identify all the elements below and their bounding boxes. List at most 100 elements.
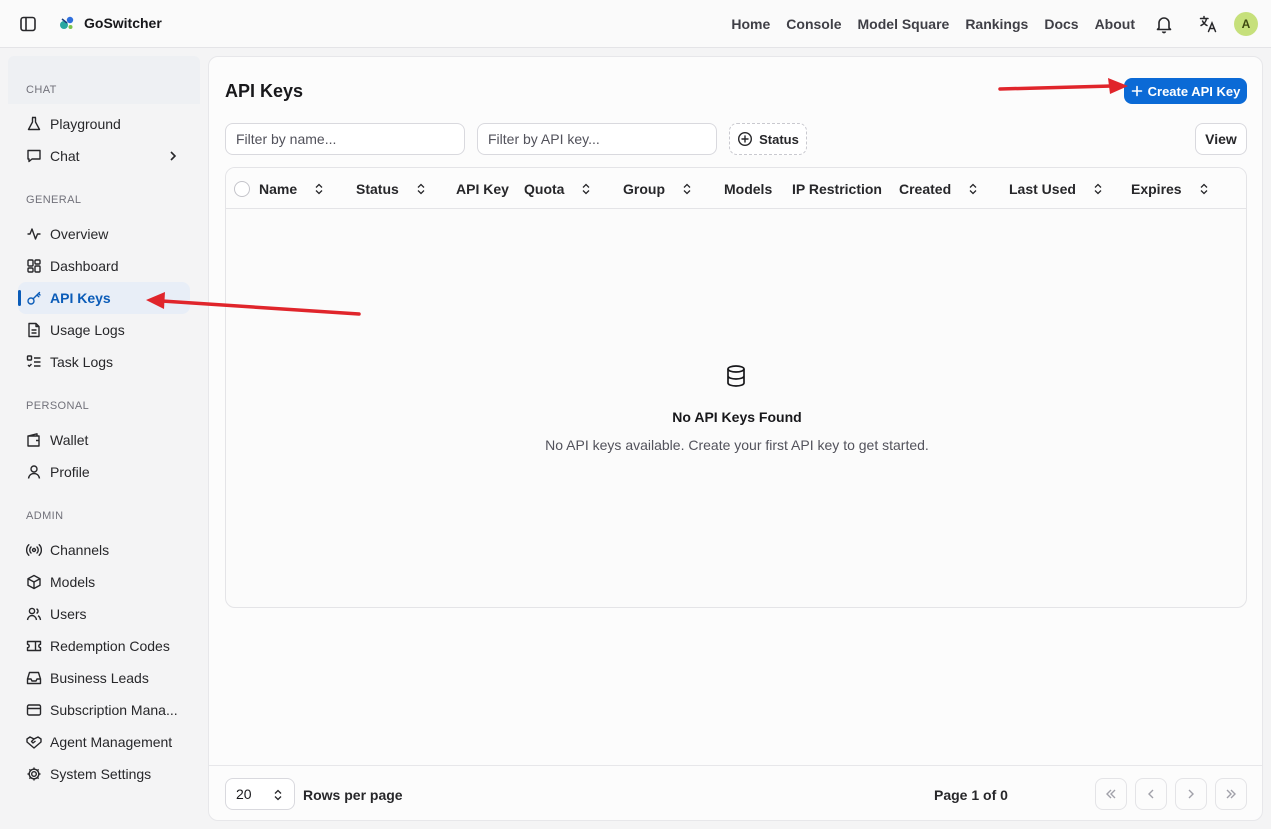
chevron-up-down-icon — [272, 789, 284, 801]
column-header-group[interactable]: Group — [623, 168, 693, 209]
checklist-icon — [26, 354, 42, 370]
sidebar-item-label: System Settings — [50, 766, 152, 782]
sidebar-item-label: Wallet — [50, 432, 89, 448]
chevron-right-icon — [1184, 787, 1198, 801]
sort-icon[interactable] — [313, 183, 325, 195]
sort-icon[interactable] — [1198, 183, 1210, 195]
nav-console[interactable]: Console — [786, 16, 841, 32]
column-label: Last Used — [1009, 180, 1076, 197]
sidebar-item-business-leads[interactable]: Business Leads — [18, 662, 190, 694]
sidebar-item-system-settings[interactable]: System Settings — [18, 758, 190, 790]
chevron-right-icon[interactable] — [166, 149, 180, 163]
next-page-button[interactable] — [1175, 778, 1207, 810]
column-header-api-key: API Key — [456, 168, 509, 209]
nav-home[interactable]: Home — [731, 16, 770, 32]
sidebar-item-task-logs[interactable]: Task Logs — [18, 346, 190, 378]
sidebar-item-users[interactable]: Users — [18, 598, 190, 630]
nav-about[interactable]: About — [1095, 16, 1135, 32]
create-api-key-button[interactable]: Create API Key — [1124, 78, 1247, 104]
section-label-chat: CHAT — [26, 84, 57, 96]
sidebar-item-label: Channels — [50, 542, 110, 558]
column-label: Name — [259, 180, 298, 197]
select-all-checkbox[interactable] — [234, 181, 250, 197]
sidebar-item-label: Overview — [50, 226, 109, 242]
ticket-icon — [26, 638, 42, 654]
chevron-left-icon — [1144, 787, 1158, 801]
sort-icon[interactable] — [681, 183, 693, 195]
sidebar-item-label: Task Logs — [50, 354, 114, 370]
rows-per-page-value: 20 — [236, 786, 252, 802]
sidebar-item-label: Agent Management — [50, 734, 173, 750]
column-header-ip-restriction: IP Restriction — [792, 168, 882, 209]
handshake-icon — [26, 734, 42, 750]
credit-card-icon — [26, 702, 42, 718]
sidebar-item-redemption-codes[interactable]: Redemption Codes — [18, 630, 190, 662]
column-label: Expires — [1131, 180, 1182, 197]
sidebar-item-dashboard[interactable]: Dashboard — [18, 250, 190, 282]
sidebar-toggle-icon[interactable] — [18, 14, 38, 34]
top-navigation: Home Console Model Square Rankings Docs … — [731, 0, 1135, 48]
filter-api-key-input[interactable] — [477, 123, 717, 155]
radio-icon — [26, 542, 42, 558]
view-options-button[interactable]: View — [1195, 123, 1247, 155]
sidebar-item-profile[interactable]: Profile — [18, 456, 190, 488]
page-info: Page 1 of 0 — [934, 787, 1008, 803]
sidebar-header-background — [8, 56, 200, 104]
nav-model-square[interactable]: Model Square — [858, 16, 950, 32]
rows-per-page-label: Rows per page — [303, 787, 403, 803]
sort-icon[interactable] — [1092, 183, 1104, 195]
sidebar-item-chat[interactable]: Chat — [18, 140, 190, 172]
sidebar-item-channels[interactable]: Channels — [18, 534, 190, 566]
users-icon — [26, 606, 42, 622]
first-page-button[interactable] — [1095, 778, 1127, 810]
column-header-name[interactable]: Name — [259, 168, 325, 209]
chat-icon — [26, 148, 42, 164]
nav-docs[interactable]: Docs — [1044, 16, 1078, 32]
table-header: Name Status API Key Quota Group Models I… — [226, 168, 1246, 209]
sidebar-item-usage-logs[interactable]: Usage Logs — [18, 314, 190, 346]
nav-rankings[interactable]: Rankings — [965, 16, 1028, 32]
gear-icon — [26, 766, 42, 782]
avatar[interactable]: A — [1234, 12, 1258, 36]
sidebar-item-agent-management[interactable]: Agent Management — [18, 726, 190, 758]
column-label: IP Restriction — [792, 180, 882, 197]
translate-icon[interactable] — [1198, 14, 1218, 34]
column-header-last-used[interactable]: Last Used — [1009, 168, 1104, 209]
section-label-admin: ADMIN — [26, 510, 64, 522]
column-header-status[interactable]: Status — [356, 168, 427, 209]
plus-circle-icon — [737, 131, 753, 147]
sidebar-item-overview[interactable]: Overview — [18, 218, 190, 250]
rows-per-page-select[interactable]: 20 — [225, 778, 295, 810]
column-header-expires[interactable]: Expires — [1131, 168, 1210, 209]
sidebar-item-playground[interactable]: Playground — [18, 108, 190, 140]
previous-page-button[interactable] — [1135, 778, 1167, 810]
bell-icon[interactable] — [1154, 14, 1174, 34]
brand[interactable]: GoSwitcher — [58, 14, 162, 32]
sort-icon[interactable] — [967, 183, 979, 195]
main-panel: API Keys Create API Key Status View Name… — [208, 56, 1263, 821]
column-header-quota[interactable]: Quota — [524, 168, 592, 209]
plus-icon — [1131, 85, 1143, 97]
status-filter-label: Status — [759, 131, 799, 147]
sidebar-item-subscription-management[interactable]: Subscription Mana... — [18, 694, 190, 726]
activity-icon — [26, 226, 42, 242]
user-icon — [26, 464, 42, 480]
sidebar-item-label: Models — [50, 574, 96, 590]
last-page-button[interactable] — [1215, 778, 1247, 810]
status-filter-button[interactable]: Status — [729, 123, 807, 155]
column-label: Group — [623, 180, 665, 197]
sidebar-item-models[interactable]: Models — [18, 566, 190, 598]
sidebar-item-api-keys[interactable]: API Keys — [18, 282, 190, 314]
sidebar-item-wallet[interactable]: Wallet — [18, 424, 190, 456]
sort-icon[interactable] — [415, 183, 427, 195]
sidebar-item-label: Users — [50, 606, 87, 622]
chevrons-right-icon — [1224, 787, 1238, 801]
column-header-created[interactable]: Created — [899, 168, 979, 209]
flask-icon — [26, 116, 42, 132]
top-bar: GoSwitcher Home Console Model Square Ran… — [0, 0, 1271, 48]
inbox-icon — [26, 670, 42, 686]
filter-name-input[interactable] — [225, 123, 465, 155]
sidebar-item-label: Redemption Codes — [50, 638, 170, 654]
empty-state-title: No API Keys Found — [672, 409, 802, 425]
sort-icon[interactable] — [580, 183, 592, 195]
